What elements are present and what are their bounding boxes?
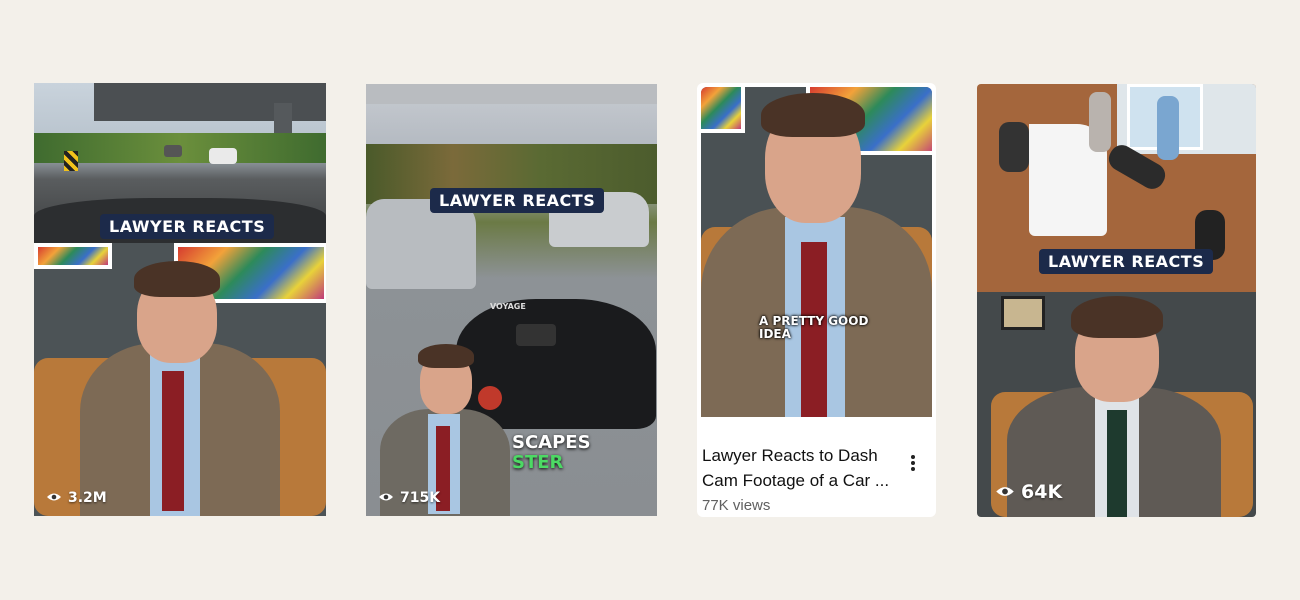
video-title[interactable]: Lawyer Reacts to Dash Cam Footage of a C… <box>702 443 902 493</box>
video-title-line-1: Lawyer Reacts to Dash <box>702 446 878 465</box>
office-scene <box>34 243 326 516</box>
eye-icon <box>46 490 62 506</box>
video-card-4[interactable]: LAWYER REACTS 64K <box>977 84 1256 517</box>
gauge-brand: VOYAGE <box>490 302 526 311</box>
video-card-2[interactable]: VOYAGE SCAPES STER LAWYER REACTS 715K <box>366 84 657 516</box>
video-card-1[interactable]: LAWYER REACTS 3.2M <box>34 83 326 516</box>
view-count-text: 64K <box>1021 481 1063 503</box>
person-hair <box>1071 296 1163 338</box>
person-tie <box>1107 410 1127 517</box>
person-tie <box>162 371 184 511</box>
overlay-label: LAWYER REACTS <box>100 214 275 239</box>
view-count: 64K <box>995 481 1062 503</box>
eye-icon <box>995 481 1015 503</box>
wall-painting <box>34 243 112 269</box>
person-hair <box>134 261 220 297</box>
video-card-3[interactable]: A PRETTY GOOD IDEA Lawyer Reacts to Dash… <box>697 83 936 517</box>
wall-painting <box>701 87 745 133</box>
motorcycle-scene: VOYAGE SCAPES STER <box>366 84 657 516</box>
overlay-label: LAWYER REACTS <box>1039 249 1214 274</box>
office-scene: A PRETTY GOOD IDEA <box>701 87 932 417</box>
view-count-text: 77K views <box>702 497 771 514</box>
person-hair <box>418 344 474 368</box>
caption-line-a: SCAPES <box>512 432 591 453</box>
more-vertical-icon[interactable] <box>903 453 923 473</box>
view-count: 3.2M <box>46 490 107 506</box>
view-count-text: 715K <box>400 490 441 506</box>
view-count: 715K <box>378 490 440 506</box>
caption: A PRETTY GOOD IDEA <box>759 314 869 341</box>
overlay-label: LAWYER REACTS <box>430 188 605 213</box>
view-count-text: 3.2M <box>68 490 107 506</box>
eye-icon <box>378 490 394 506</box>
person-hair <box>761 93 865 137</box>
video-title-line-2: Cam Footage of a Car ... <box>702 471 890 490</box>
caption-line-b: STER <box>512 452 564 473</box>
